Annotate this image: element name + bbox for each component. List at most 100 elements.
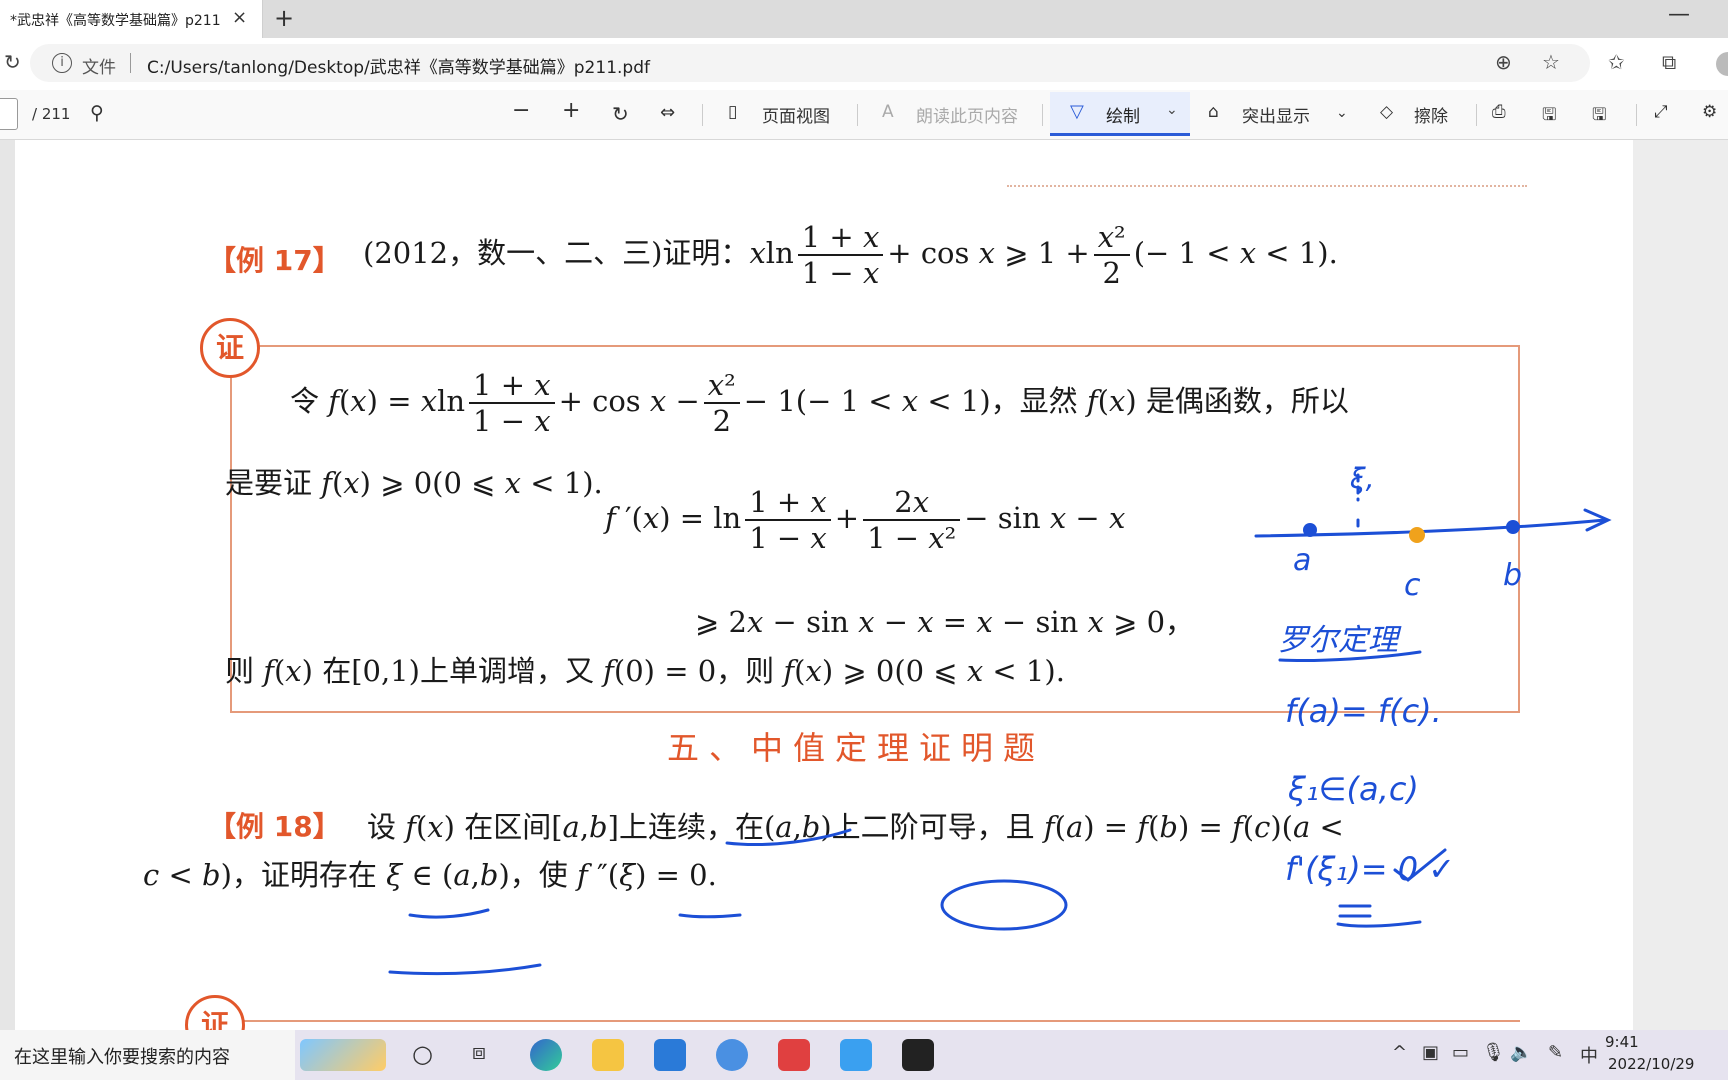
save-icon[interactable]: 🖫 [1542, 102, 1556, 131]
page-number-input[interactable] [0, 98, 18, 130]
zoom-icon[interactable]: ⊕ [1495, 50, 1512, 74]
example-18-line-2: c < b)，证明存在 ξ ∈ (a,b)，使 f ″(ξ) = 0. [143, 858, 717, 892]
read-aloud-icon: A [882, 102, 894, 122]
address-bar[interactable]: i 文件 C:/Users/tanlong/Desktop/武忠祥《高等数学基础… [30, 44, 1590, 82]
fit-width-icon[interactable]: ⇔ [660, 102, 675, 123]
info-icon[interactable]: i [52, 53, 72, 73]
example-17-statement: (2012，数一、二、三)证明：xln 1 + x1 − x + cos x ⩾ 1… [363, 220, 1338, 290]
header-dotted-rule [1007, 185, 1527, 187]
multitask-icon[interactable]: ⧈ [472, 1040, 486, 1065]
example-18-label: 【例 18】 [208, 810, 341, 843]
taskbar: 在这里输入你要搜索的内容 ○ ⧈ ^ ▣ ▭ 🎙 🔈 ✎ 中 9:41 2022… [0, 1030, 1728, 1080]
pen-icon: ▽ [1070, 101, 1084, 122]
zoom-out-icon[interactable]: − [512, 98, 530, 123]
example-18-line-1: 设 f(x) 在区间[a,b]上连续，在(a,b)上二阶可导，且 f(a) = … [367, 810, 1344, 844]
example-17-source: (2012，数一、二、三)证明： [363, 236, 750, 270]
taskbar-search[interactable]: 在这里输入你要搜索的内容 [0, 1030, 295, 1080]
gear-icon[interactable]: ⚙ [1702, 102, 1717, 122]
pdf-toolbar: / 211 ⚲ − + ↻ ⇔ ▯ 页面视图 A 朗读此页内容 ▽ 绘制 ⌄ ⌂… [0, 90, 1728, 140]
highlight-button[interactable]: 突出显示 [1242, 102, 1310, 127]
proof-line-4: ⩾ 2x − sin x − x = x − sin x ⩾ 0， [695, 605, 1195, 639]
chevron-up-icon[interactable]: ^ [1392, 1042, 1407, 1063]
ime-indicator[interactable]: 中 [1580, 1042, 1598, 1068]
proof-line-1-suffix: ，显然 [990, 384, 1078, 418]
pdf-page: 【例 17】 (2012，数一、二、三)证明：xln 1 + x1 − x + co… [15, 140, 1633, 1030]
proof-line-1: 令 f(x) = xln 1 + x1 − x + cos x − x² 2− 1(− … [290, 368, 1349, 438]
search-icon[interactable]: ⚲ [90, 102, 104, 124]
collections-icon[interactable]: ⧉ [1662, 50, 1676, 74]
favorite-add-icon[interactable]: ☆ [1542, 50, 1560, 74]
proof-line-1-even: 是偶函数，所以 [1145, 384, 1349, 418]
toolbar-divider [1042, 104, 1043, 126]
ex18-text-a: 设 [367, 810, 397, 844]
address-row: ↻ i 文件 C:/Users/tanlong/Desktop/武忠祥《高等数学… [0, 38, 1728, 90]
pdf-viewer[interactable]: 【例 17】 (2012，数一、二、三)证明：xln 1 + x1 − x + co… [0, 140, 1728, 1055]
proof-line-1-prefix: 令 [290, 384, 320, 418]
proof-line-5: 则 f(x) 在[0,1)上单调增，又 f(0) = 0，则 f(x) ⩾ 0(… [225, 654, 1065, 688]
ex18-text-c: ]上连续，在( [607, 810, 776, 844]
mail-icon[interactable] [654, 1039, 686, 1071]
address-url[interactable]: C:/Users/tanlong/Desktop/武忠祥《高等数学基础篇》p21… [147, 53, 650, 78]
battery-icon[interactable]: ▭ [1452, 1042, 1469, 1063]
draw-label: 绘制 [1106, 107, 1140, 127]
tray-app-icon[interactable]: ▣ [1422, 1042, 1439, 1063]
edge-icon[interactable] [530, 1039, 562, 1071]
proof-line-2-text: 是要证 [225, 466, 313, 500]
volume-icon[interactable]: 🔈 [1510, 1042, 1532, 1063]
eraser-icon[interactable]: ◇ [1380, 102, 1393, 122]
fullscreen-icon[interactable]: ⤢ [1654, 102, 1668, 122]
ex18-text-e: ，证明存在 [231, 858, 377, 892]
close-icon[interactable]: × [232, 7, 247, 28]
proof-line-2: 是要证 f(x) ⩾ 0(0 ⩽ x < 1). [225, 466, 603, 500]
save-as-icon[interactable]: 🖫 [1592, 102, 1606, 131]
tab-title: *武忠祥《高等数学基础篇》p211 [10, 13, 221, 29]
toolbar-divider [702, 104, 703, 126]
rotate-icon[interactable]: ↻ [612, 102, 629, 126]
address-divider [130, 53, 131, 73]
read-aloud-button[interactable]: 朗读此页内容 [916, 102, 1018, 127]
taskbar-search-placeholder: 在这里输入你要搜索的内容 [14, 1047, 230, 1068]
tab-strip: *武忠祥《高等数学基础篇》p211 × + — [0, 0, 1728, 38]
draw-button[interactable]: ▽ 绘制 ⌄ [1050, 92, 1190, 136]
proof-line-3: f ′(x) = ln 1 + x1 − x +2x 1 − x² − sin x − … [605, 485, 1126, 555]
video-app-icon[interactable] [902, 1039, 934, 1071]
toolbar-divider [1636, 104, 1637, 126]
appgallery-icon[interactable] [778, 1039, 810, 1071]
clock-time[interactable]: 9:41 [1605, 1033, 1639, 1051]
viewer-gutter [1633, 140, 1728, 1030]
print-icon[interactable]: ⎙ [1492, 102, 1506, 122]
page-view-icon[interactable]: ▯ [728, 102, 737, 122]
highlighter-icon[interactable]: ⌂ [1208, 102, 1219, 122]
widget-icon[interactable] [300, 1039, 386, 1071]
clock-date[interactable]: 2022/10/29 [1608, 1055, 1694, 1073]
folder-icon[interactable] [592, 1039, 624, 1071]
new-tab-button[interactable]: + [274, 4, 294, 32]
zoom-in-icon[interactable]: + [562, 98, 580, 123]
proof-seal: 证 [200, 318, 260, 378]
erase-button[interactable]: 擦除 [1414, 102, 1448, 127]
section-title: 五、中值定理证明题 [667, 729, 1046, 767]
cloud-icon[interactable] [840, 1039, 872, 1071]
chevron-down-icon[interactable]: ⌄ [1336, 105, 1348, 121]
ex18-text-d: )上二阶可导，且 [820, 810, 1035, 844]
microphone-icon[interactable]: 🎙 [1482, 1042, 1505, 1063]
proof-line-5-prefix: 则 [225, 654, 255, 688]
browser-icon[interactable] [716, 1039, 748, 1071]
proof-line-5-mid: 在[0,1)上单调增，又 [322, 654, 594, 688]
pen-tray-icon[interactable]: ✎ [1548, 1042, 1563, 1063]
task-view-icon[interactable]: ○ [412, 1040, 433, 1068]
ex18-text-b: 在区间[ [464, 810, 563, 844]
page-total: / 211 [32, 105, 71, 123]
refresh-icon[interactable]: ↻ [4, 50, 21, 74]
example-17-label: 【例 17】 [208, 244, 341, 277]
chevron-down-icon[interactable]: ⌄ [1166, 102, 1178, 118]
ex18-text-f: ，使 [509, 858, 568, 892]
profile-avatar[interactable] [1716, 52, 1728, 76]
toolbar-divider [1476, 104, 1477, 126]
minimize-button[interactable]: — [1668, 2, 1690, 27]
proof-line-5-end: ，则 [716, 654, 775, 688]
page-view-button[interactable]: 页面视图 [762, 102, 830, 127]
tab-active[interactable]: *武忠祥《高等数学基础篇》p211 × [0, 0, 263, 38]
address-file-label: 文件 [82, 58, 116, 78]
favorites-icon[interactable]: ✩ [1608, 50, 1625, 74]
